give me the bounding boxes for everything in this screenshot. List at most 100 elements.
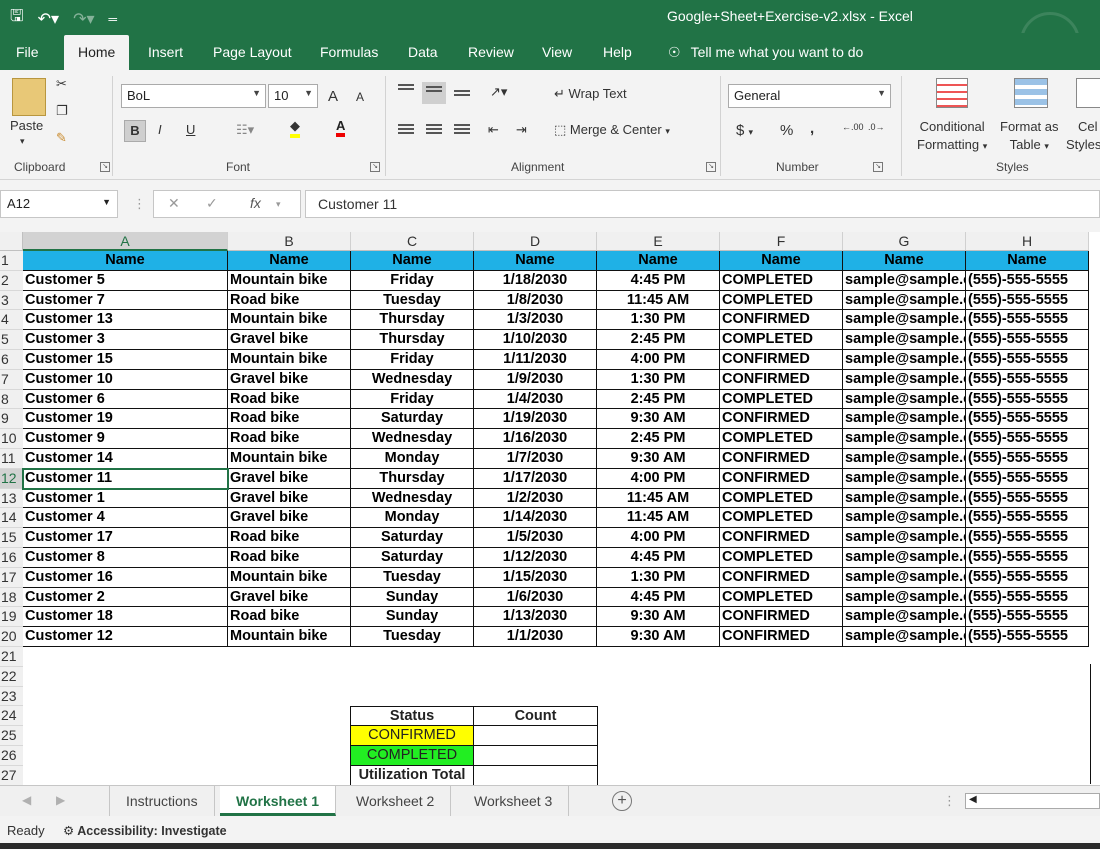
redo-icon[interactable]: ↷▾ [73,9,94,29]
decrease-decimal-button[interactable]: .0→ [868,122,885,132]
table-cell[interactable]: sample@sample.com [843,350,966,370]
table-cell[interactable]: sample@sample.com [843,290,966,311]
formula-input[interactable]: Customer 11 [305,190,1100,218]
table-cell[interactable]: Customer 12 [23,627,228,647]
table-cell[interactable]: Customer 11 [23,468,228,489]
row-header[interactable]: 5 [0,330,23,350]
table-cell[interactable]: Wednesday [351,369,474,390]
top-align-icon[interactable] [398,84,414,98]
table-cell[interactable]: CONFIRMED [720,369,843,390]
table-cell[interactable]: 1/6/2030 [474,587,597,608]
table-cell[interactable]: Customer 3 [23,330,228,350]
table-cell[interactable]: 4:45 PM [597,270,720,291]
table-cell[interactable]: (555)-555-5555 [966,508,1089,529]
table-cell[interactable]: CONFIRMED [720,528,843,548]
summary-label-confirmed[interactable]: CONFIRMED [350,726,474,746]
table-cell[interactable]: 9:30 AM [597,627,720,647]
table-cell[interactable]: Customer 1 [23,488,228,509]
name-box[interactable]: A12 ▼ [0,190,118,218]
row-header[interactable]: 3 [0,290,23,311]
table-cell[interactable]: (555)-555-5555 [966,488,1089,509]
align-center-icon[interactable] [426,124,442,138]
summary-count-header[interactable]: Count [474,706,598,726]
summary-value-utilization[interactable] [474,766,598,785]
sheet-tab-instructions[interactable]: Instructions [110,786,215,816]
table-cell[interactable]: 1/4/2030 [474,389,597,410]
table-cell[interactable]: (555)-555-5555 [966,290,1089,311]
table-cell[interactable]: Wednesday [351,488,474,509]
row-header[interactable]: 13 [0,488,23,509]
table-cell[interactable]: (555)-555-5555 [966,409,1089,430]
table-cell[interactable]: Customer 4 [23,508,228,529]
conditional-formatting-button[interactable]: Conditional Formatting ▾ [917,118,987,155]
row-header[interactable]: 10 [0,429,23,449]
accessibility-status[interactable]: ⚙ Accessibility: Investigate [63,823,227,838]
table-cell[interactable]: (555)-555-5555 [966,310,1089,331]
table-cell[interactable]: 1:30 PM [597,567,720,588]
orientation-icon[interactable]: ↗▾ [490,84,507,100]
row-header[interactable]: 27 [0,765,23,785]
merge-center-button[interactable]: ⬚ Merge & Center ▾ [554,122,670,138]
table-cell[interactable]: Road bike [228,409,351,430]
font-launcher-icon[interactable]: ↘ [370,162,380,172]
table-cell[interactable]: 1:30 PM [597,310,720,331]
tab-formulas[interactable]: Formulas [320,44,378,60]
table-cell[interactable]: sample@sample.com [843,449,966,469]
table-cell[interactable]: 1/8/2030 [474,290,597,311]
row-header[interactable]: 22 [0,666,23,687]
undo-icon[interactable]: ↶▾ [38,9,59,29]
table-cell[interactable]: sample@sample.com [843,270,966,291]
row-header[interactable]: 18 [0,587,23,608]
align-right-icon[interactable] [454,124,470,138]
decrease-indent-icon[interactable]: ⇤ [488,122,499,138]
table-cell[interactable]: Customer 2 [23,587,228,608]
table-cell[interactable]: 4:00 PM [597,350,720,370]
table-cell[interactable]: CONFIRMED [720,409,843,430]
table-cell[interactable]: sample@sample.com [843,607,966,628]
table-cell[interactable]: sample@sample.com [843,310,966,331]
table-cell[interactable]: CONFIRMED [720,350,843,370]
table-cell[interactable]: Mountain bike [228,627,351,647]
wrap-text-button[interactable]: ↵ Wrap Text [554,86,627,102]
table-cell[interactable]: sample@sample.com [843,548,966,568]
table-cell[interactable]: (555)-555-5555 [966,627,1089,647]
table-cell[interactable]: Friday [351,350,474,370]
table-cell[interactable]: Road bike [228,548,351,568]
alignment-launcher-icon[interactable]: ↘ [706,162,716,172]
table-cell[interactable]: 4:00 PM [597,528,720,548]
table-cell[interactable]: Gravel bike [228,369,351,390]
table-cell[interactable]: 1/1/2030 [474,627,597,647]
number-launcher-icon[interactable]: ↘ [873,162,883,172]
comma-button[interactable]: , [810,120,814,137]
table-cell[interactable]: 11:45 AM [597,508,720,529]
table-cell[interactable]: 2:45 PM [597,389,720,410]
table-cell[interactable]: CONFIRMED [720,567,843,588]
header-cell[interactable]: Name [720,251,843,271]
row-header[interactable]: 24 [0,706,23,727]
summary-value-confirmed[interactable] [474,726,598,746]
summary-label-utilization[interactable]: Utilization Total [350,766,474,785]
table-cell[interactable]: Road bike [228,290,351,311]
row-header[interactable]: 17 [0,567,23,588]
table-cell[interactable]: Customer 6 [23,389,228,410]
align-left-icon[interactable] [398,124,414,138]
table-cell[interactable]: sample@sample.com [843,409,966,430]
table-cell[interactable]: Gravel bike [228,587,351,608]
italic-button[interactable]: I [158,122,162,137]
table-cell[interactable]: Tuesday [351,627,474,647]
summary-label-completed[interactable]: COMPLETED [350,746,474,766]
spreadsheet-grid[interactable]: ABCDEFGH 1 2 3 4 5 6 7 8 9 10 11 12 13 14 15 16 17 18 19 20… [0,232,1100,785]
table-cell[interactable]: CONFIRMED [720,627,843,647]
table-cell[interactable]: 1/7/2030 [474,449,597,469]
grow-font-button[interactable]: A [328,88,338,105]
table-cell[interactable]: 1/16/2030 [474,429,597,449]
cut-icon[interactable]: ✂ [56,76,67,92]
column-header-h[interactable]: H [966,232,1089,251]
row-header[interactable]: 26 [0,746,23,766]
tab-review[interactable]: Review [468,44,514,60]
table-cell[interactable]: Thursday [351,468,474,489]
table-cell[interactable]: 1/10/2030 [474,330,597,350]
table-cell[interactable]: 1/18/2030 [474,270,597,291]
table-cell[interactable]: Customer 13 [23,310,228,331]
table-cell[interactable]: Friday [351,270,474,291]
